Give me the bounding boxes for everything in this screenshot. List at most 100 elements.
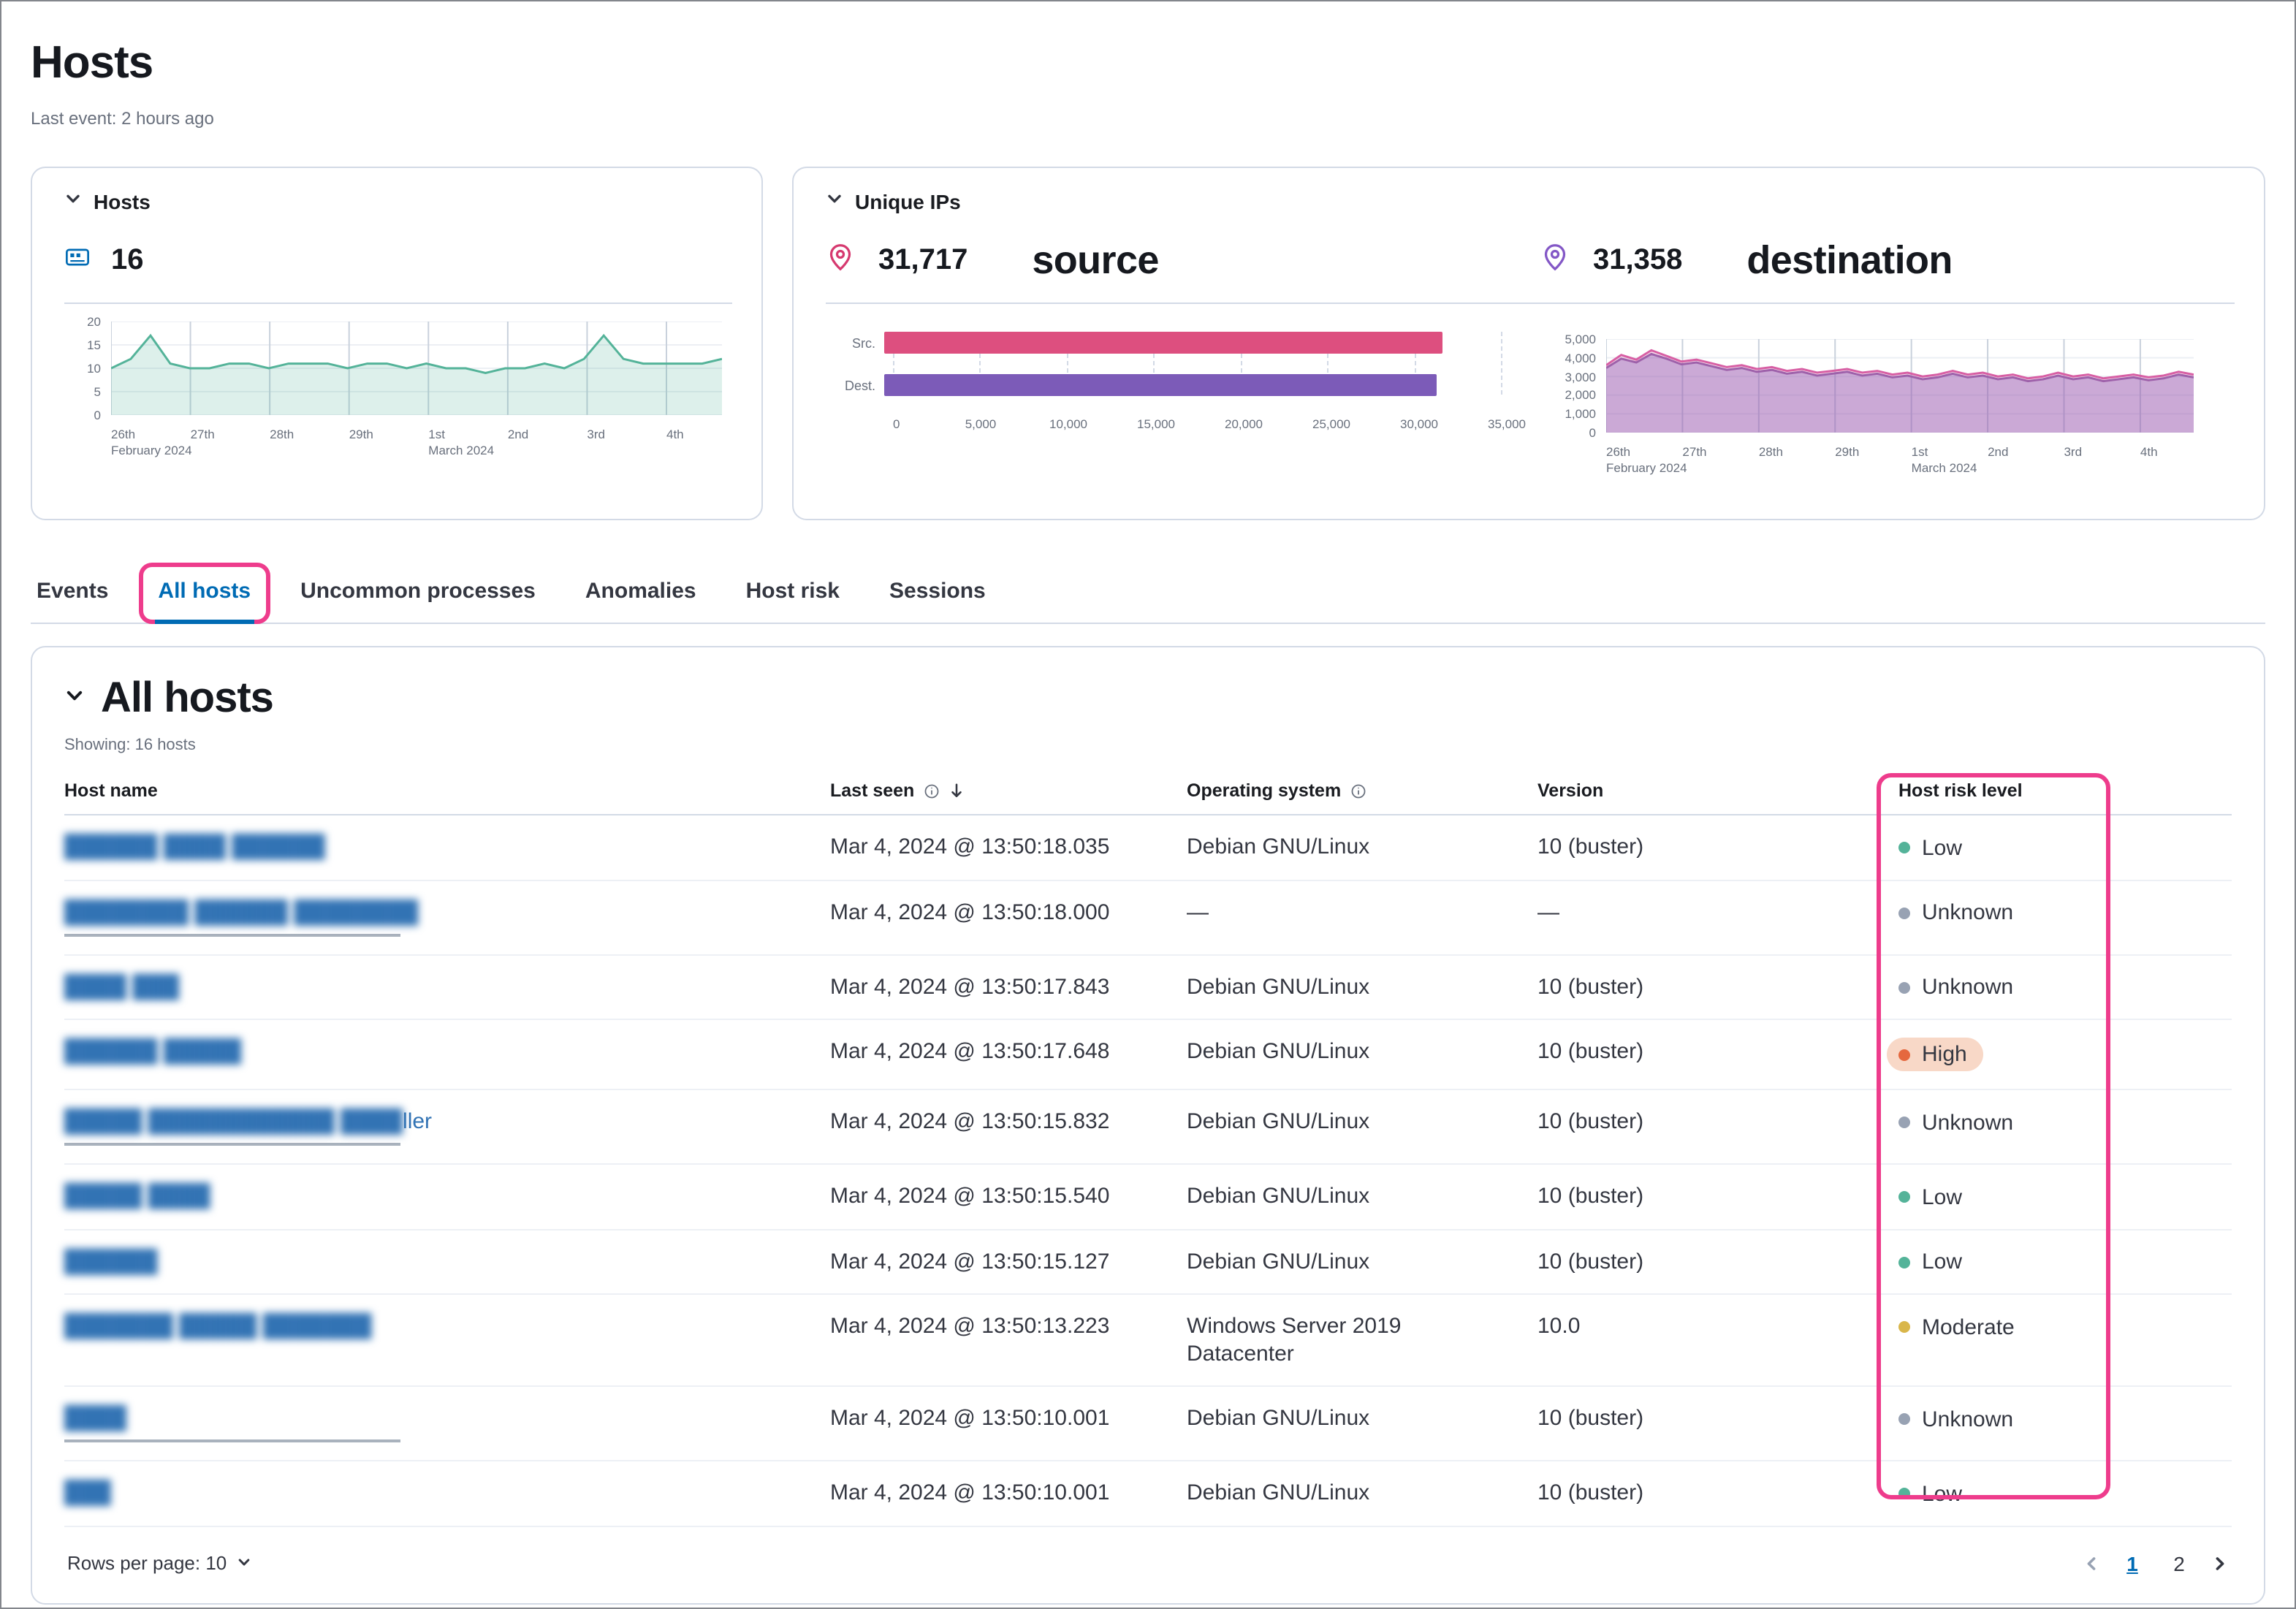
tab-sessions[interactable]: Sessions xyxy=(886,570,989,623)
risk-level-label: Low xyxy=(1922,1249,1963,1274)
risk-dot-icon xyxy=(1898,1256,1910,1268)
redacted-host-name: ██████ ████ ██████ xyxy=(64,834,325,859)
risk-dot-icon xyxy=(1898,1413,1910,1425)
info-icon[interactable] xyxy=(923,783,939,799)
x-tick-label: 2nd xyxy=(1988,444,2009,459)
x-tick-label: 29th xyxy=(1835,444,1860,459)
hosts-kpi-panel: Hosts 16 0 5 10 15 20 26th February 2024 27th 2… xyxy=(31,167,763,520)
y-tick-label: 4,000 xyxy=(1565,350,1596,365)
operating-system-value: Debian GNU/Linux xyxy=(1187,1480,1370,1505)
y-tick-label: 5 xyxy=(94,384,101,399)
table-row: ██████ █████ Mar 4, 2024 @ 13:50:17.648 De… xyxy=(64,1020,2232,1090)
risk-dot-icon xyxy=(1898,1117,1910,1128)
host-risk-badge: Low xyxy=(1898,1480,1962,1507)
host-name-link[interactable]: ███████ █████ ███████ xyxy=(64,1314,372,1339)
host-name-link[interactable]: ████ xyxy=(64,1406,126,1431)
version-value: 10 (buster) xyxy=(1537,834,1644,859)
page-button-2[interactable]: 2 xyxy=(2162,1544,2197,1582)
last-seen-value: Mar 4, 2024 @ 13:50:13.223 xyxy=(830,1314,1110,1339)
host-name-cell: ██████ xyxy=(64,1247,830,1275)
kpi-row: Hosts 16 0 5 10 15 20 26th February 2024 27th 2… xyxy=(31,167,2265,520)
redacted-host-name: ████████ ██████ ████████ xyxy=(64,899,419,924)
operating-system-value: Debian GNU/Linux xyxy=(1187,1109,1370,1134)
host-name-cell: ███ xyxy=(64,1479,830,1507)
destination-label: destination xyxy=(1746,237,1953,281)
host-name-link[interactable]: ██████ ████ ██████ xyxy=(64,834,325,859)
table-row: ██████ Mar 4, 2024 @ 13:50:15.127 Debian G… xyxy=(64,1230,2232,1295)
host-name-link[interactable]: █████ ████████████ ████ller xyxy=(64,1109,432,1134)
operating-system-value: Debian GNU/Linux xyxy=(1187,1039,1370,1064)
host-name-visible-suffix: ller xyxy=(403,1109,433,1134)
host-risk-cell: Unknown xyxy=(1898,898,2232,927)
host-risk-cell: Low xyxy=(1898,1182,2232,1211)
info-icon[interactable] xyxy=(1350,783,1366,799)
column-header-last-seen[interactable]: Last seen xyxy=(830,780,1187,801)
risk-dot-icon xyxy=(1898,1191,1910,1203)
y-tick-label: 0 xyxy=(94,408,101,422)
version-value: 10 (buster) xyxy=(1537,1109,1644,1134)
table-row: ████ Mar 4, 2024 @ 13:50:10.001 Debian GNU… xyxy=(64,1387,2232,1461)
hosts-chart-x-axis: 26th February 2024 27th 28th 29th 1st March 20… xyxy=(111,427,722,465)
host-name-link[interactable]: █████ ████ xyxy=(64,1184,210,1209)
host-name-link[interactable]: ██████ █████ xyxy=(64,1039,241,1064)
tab-uncommon-processes[interactable]: Uncommon processes xyxy=(297,570,539,623)
host-risk-badge: Low xyxy=(1898,1183,1962,1211)
host-name-link[interactable]: ████████ ██████ ████████ xyxy=(64,899,418,924)
table-header-row: Host name Last seen Operating system Versio… xyxy=(64,780,2232,815)
sort-desc-icon[interactable] xyxy=(948,782,964,799)
tab-all-hosts[interactable]: All hosts xyxy=(139,563,270,624)
table-row: █████ ████████████ ████ller Mar 4, 2024 @… xyxy=(64,1090,2232,1165)
source-ip-count: 31,717 xyxy=(878,243,968,275)
last-event-text: Last event: 2 hours ago xyxy=(31,108,214,129)
tab-host-risk[interactable]: Host risk xyxy=(743,570,843,623)
previous-page-button[interactable] xyxy=(2080,1554,2103,1572)
host-name-link[interactable]: ███ xyxy=(64,1480,111,1505)
y-tick-label: 5,000 xyxy=(1565,332,1596,346)
risk-dot-icon xyxy=(1898,981,1910,993)
divider xyxy=(64,303,732,304)
rows-per-page-button[interactable]: Rows per page: 10 xyxy=(64,1546,254,1580)
redacted-host-name: █████ ████████████ ████ xyxy=(64,1109,403,1134)
column-header-version[interactable]: Version xyxy=(1537,780,1898,801)
bar-x-tick-label: 30,000 xyxy=(1400,416,1438,431)
host-risk-badge: Low xyxy=(1898,1248,1962,1276)
version-value: 10.0 xyxy=(1537,1314,1581,1339)
unique-ips-bar-chart: Src. Dest. 0 5,000 10,000 15,000 20,000 25,000… xyxy=(826,332,1526,482)
column-header-label: Host risk level xyxy=(1898,780,2023,801)
chevron-down-icon[interactable] xyxy=(64,685,85,713)
bar-x-tick-label: 0 xyxy=(893,416,900,431)
y-tick-label: 15 xyxy=(87,338,101,352)
next-page-button[interactable] xyxy=(2208,1554,2232,1572)
column-header-host-name[interactable]: Host name xyxy=(64,780,830,801)
host-risk-badge: Unknown xyxy=(1898,1108,2013,1136)
bar-x-tick-label: 10,000 xyxy=(1049,416,1087,431)
bar-x-tick-label: 20,000 xyxy=(1225,416,1263,431)
y-tick-label: 3,000 xyxy=(1565,369,1596,384)
host-risk-cell: Moderate xyxy=(1898,1312,2232,1341)
host-risk-cell: High xyxy=(1887,1038,2232,1071)
tab-anomalies[interactable]: Anomalies xyxy=(582,570,699,623)
host-name-link[interactable]: ████ ███ xyxy=(64,974,179,999)
operating-system-value: Debian GNU/Linux xyxy=(1187,834,1370,859)
y-tick-label: 20 xyxy=(87,314,101,329)
host-name-link[interactable]: ██████ xyxy=(64,1249,158,1274)
tab-label: Events xyxy=(37,579,109,604)
x-tick-label: 28th xyxy=(270,427,294,441)
last-seen-value: Mar 4, 2024 @ 13:50:17.648 xyxy=(830,1039,1110,1064)
showing-count: Showing: 16 hosts xyxy=(64,737,196,754)
bar-category-label: Dest. xyxy=(844,378,875,392)
host-name-cell: ████ ███ xyxy=(64,973,830,1000)
version-value: 10 (buster) xyxy=(1537,1039,1644,1064)
column-header-host-risk-level[interactable]: Host risk level xyxy=(1898,780,2232,801)
column-header-operating-system[interactable]: Operating system xyxy=(1187,780,1537,801)
last-seen-value: Mar 4, 2024 @ 13:50:18.035 xyxy=(830,834,1110,859)
page-button-1[interactable]: 1 xyxy=(2115,1544,2150,1582)
chevron-down-icon[interactable] xyxy=(826,189,843,215)
host-risk-badge: High xyxy=(1887,1038,1983,1071)
operating-system-value: Debian GNU/Linux xyxy=(1187,1249,1370,1274)
source-bar xyxy=(884,332,1443,354)
tab-events[interactable]: Events xyxy=(34,570,111,623)
chevron-down-icon[interactable] xyxy=(64,189,82,215)
bar-x-tick-label: 15,000 xyxy=(1137,416,1175,431)
host-name-cell: ██████ █████ xyxy=(64,1038,830,1065)
